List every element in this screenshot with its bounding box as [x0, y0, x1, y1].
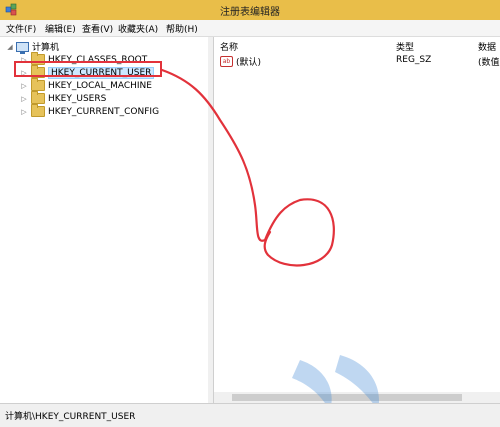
scrollbar-thumb[interactable] — [232, 394, 462, 401]
menu-bar: 文件(F) 编辑(E) 查看(V) 收藏夹(A) 帮助(H) — [0, 20, 500, 37]
column-header-data[interactable]: 数据 — [478, 40, 496, 53]
value-row-default[interactable]: ab (默认) — [220, 55, 261, 68]
collapse-arrow-icon[interactable]: ◢ — [6, 43, 14, 51]
registry-tree[interactable]: ◢ 计算机 ▷ HKEY_CLASSES_ROOT ▷ HKEY_CURRENT… — [0, 37, 209, 403]
status-bar: 计算机\HKEY_CURRENT_USER — [0, 403, 500, 427]
expand-arrow-icon[interactable]: ▷ — [20, 108, 28, 116]
column-header-type[interactable]: 类型 — [396, 40, 414, 53]
horizontal-scrollbar[interactable] — [214, 392, 500, 403]
status-path: 计算机\HKEY_CURRENT_USER — [5, 412, 136, 422]
value-list[interactable]: 名称 类型 数据 ab (默认) REG_SZ (数值 — [214, 37, 500, 403]
computer-icon — [16, 41, 29, 54]
menu-file[interactable]: 文件(F) — [6, 22, 36, 35]
title-bar: 注册表编辑器 — [0, 0, 500, 20]
menu-edit[interactable]: 编辑(E) — [45, 22, 76, 35]
expand-arrow-icon[interactable]: ▷ — [20, 82, 28, 90]
value-type: REG_SZ — [396, 55, 432, 65]
tree-node-hkey-local-machine[interactable]: ▷ HKEY_LOCAL_MACHINE — [20, 78, 152, 92]
window-title: 注册表编辑器 — [220, 7, 280, 18]
menu-favorites[interactable]: 收藏夹(A) — [118, 22, 158, 35]
tree-item-label: HKEY_LOCAL_MACHINE — [48, 80, 152, 91]
folder-icon — [31, 91, 45, 104]
tree-item-label: HKEY_CURRENT_CONFIG — [48, 106, 160, 117]
tree-item-label: HKEY_USERS — [48, 93, 107, 104]
annotation-highlight-box — [14, 61, 162, 77]
value-name: (默认) — [236, 58, 262, 68]
tree-node-hkey-current-config[interactable]: ▷ HKEY_CURRENT_CONFIG — [20, 104, 160, 118]
menu-help[interactable]: 帮助(H) — [166, 22, 198, 35]
column-header-name[interactable]: 名称 — [220, 40, 238, 53]
menu-view[interactable]: 查看(V) — [82, 22, 113, 35]
value-data: (数值 — [478, 58, 500, 68]
folder-icon — [31, 78, 45, 91]
folder-icon — [31, 104, 45, 117]
string-value-icon: ab — [220, 56, 233, 67]
expand-arrow-icon[interactable]: ▷ — [20, 95, 28, 103]
